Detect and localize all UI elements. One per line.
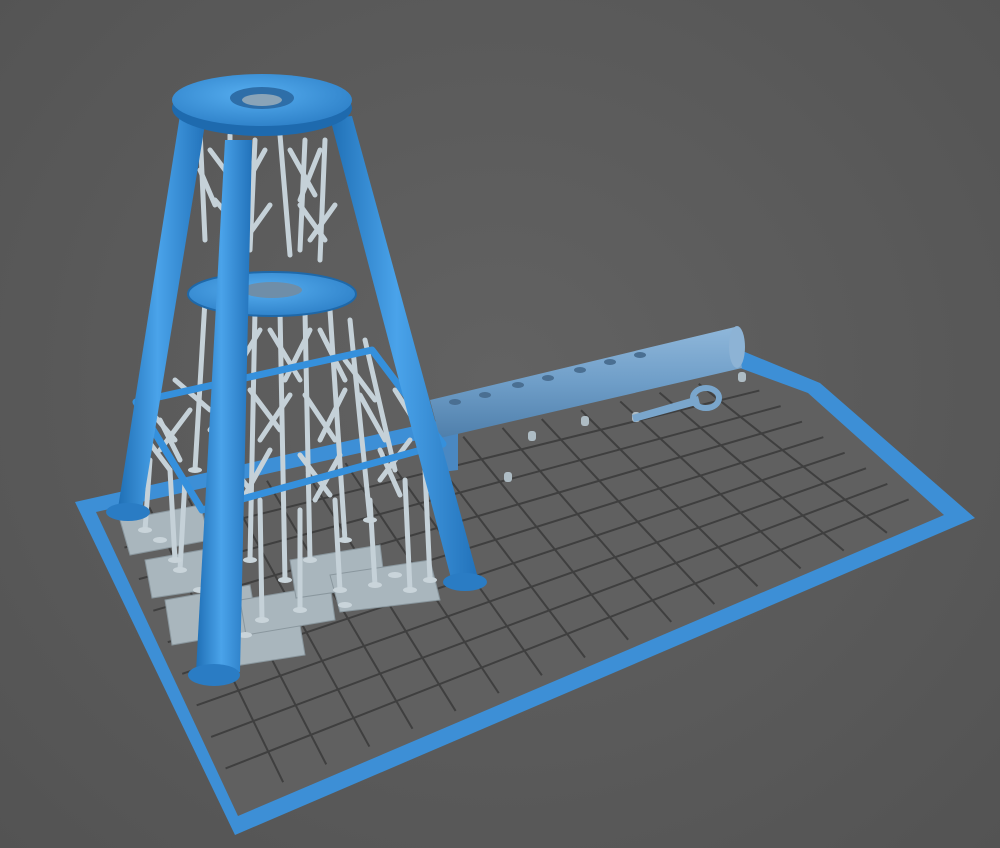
rod-hole [604,359,616,365]
support-foot [255,617,269,623]
support-foot [168,557,182,563]
support-strut [257,392,293,443]
support-foot [243,557,257,563]
rod-hole [574,367,586,373]
support-foot [188,467,202,473]
scene-canvas[interactable] [0,0,1000,848]
rod-hole [449,399,461,405]
tower-foot-right [443,573,487,591]
support-foot [303,557,317,563]
3d-viewport[interactable] [0,0,1000,848]
rod-hole [634,352,646,358]
support-peg [504,472,512,482]
support-foot [278,577,292,583]
tower-foot-front [188,664,240,686]
support-foot [153,537,167,543]
support-foot [173,567,187,573]
support-foot [333,587,347,593]
support-strut [257,497,265,623]
rod-hole [542,375,554,381]
support-peg [738,372,746,382]
support-foot [423,577,437,583]
support-foot [363,517,377,523]
tower-top-hole-inner [242,94,282,106]
support-foot [293,607,307,613]
tower-mid-ring-hole [242,282,302,298]
support-strut [277,132,293,258]
rod-hole [479,392,491,398]
rod-end-cap [729,326,745,368]
support-foot [338,537,352,543]
support-peg [581,416,589,426]
rod-hole [512,382,524,388]
support-foot [138,527,152,533]
support-foot [388,572,402,578]
support-peg [528,431,536,441]
support-foot [368,582,382,588]
support-foot [403,587,417,593]
support-foot [338,602,352,608]
tower-foot-left [106,503,150,521]
